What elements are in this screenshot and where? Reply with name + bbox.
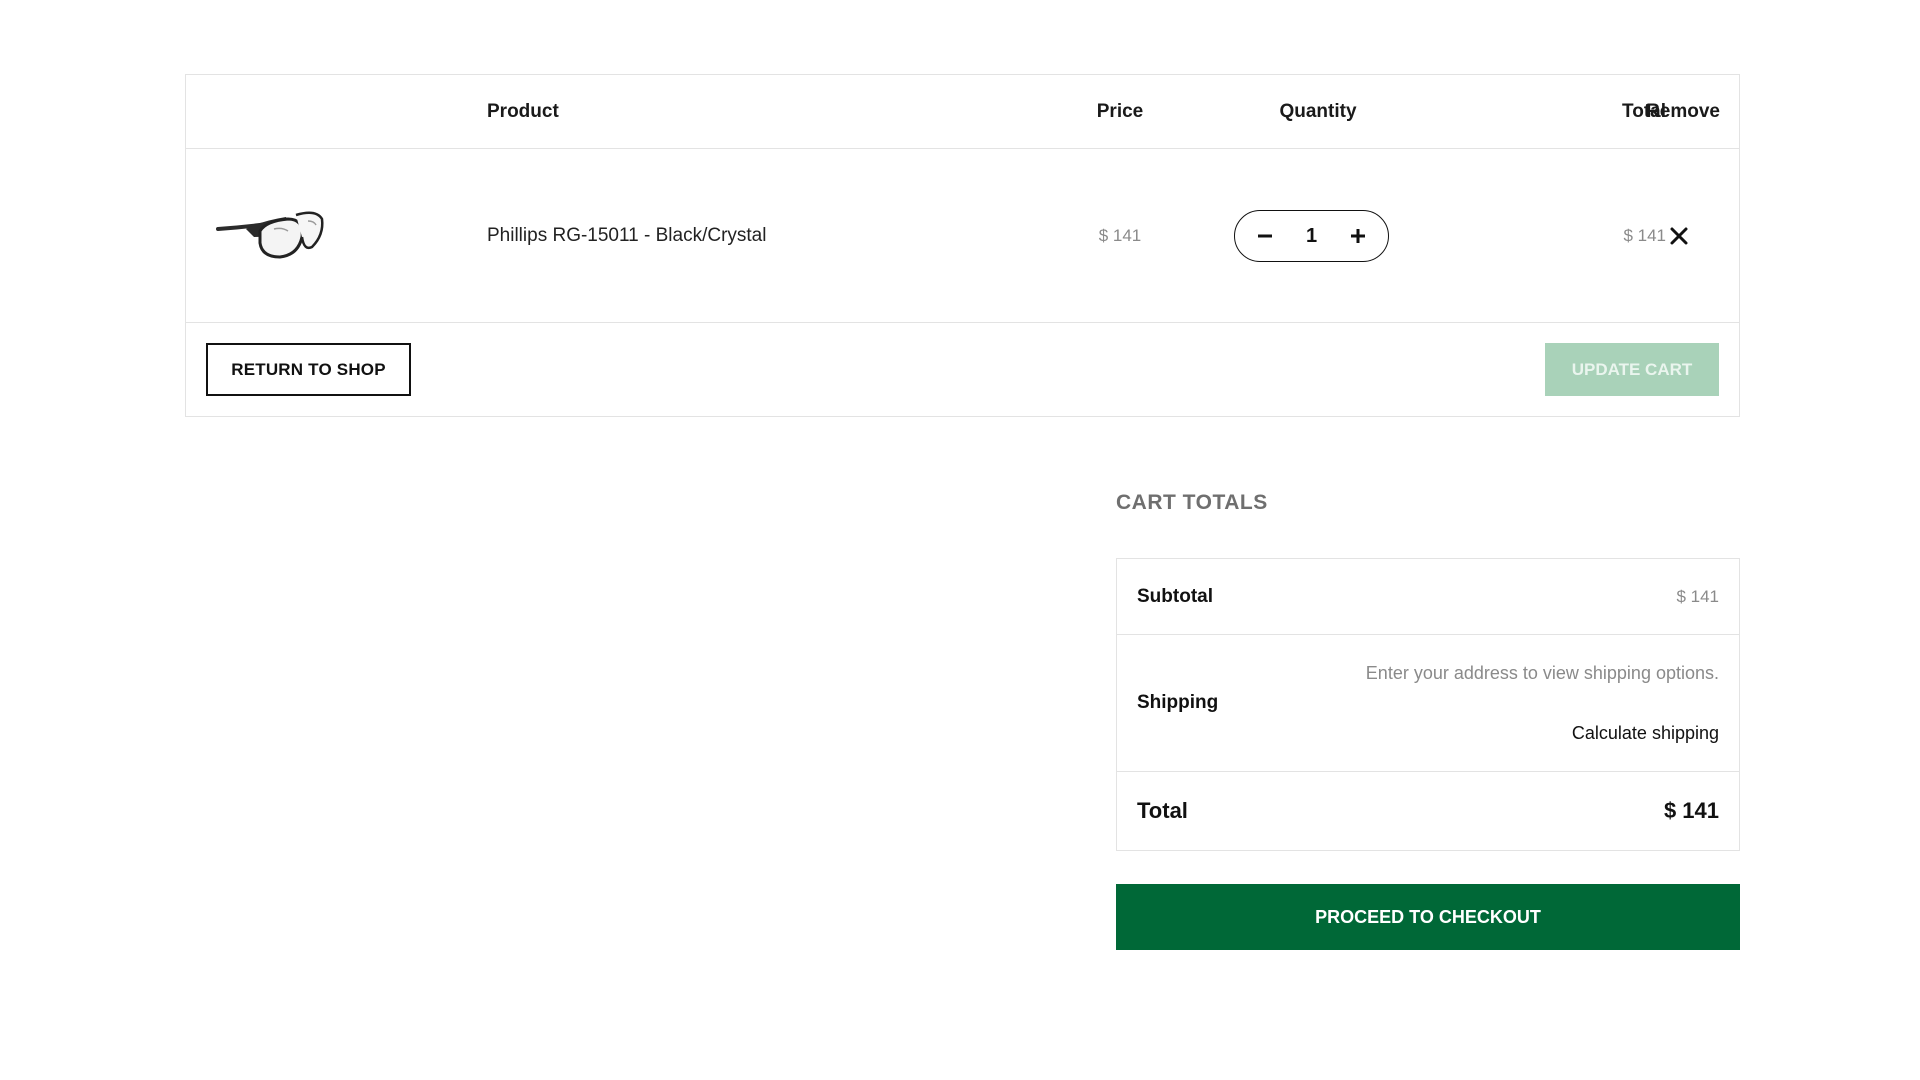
column-header-remove: Remove — [1646, 100, 1720, 122]
item-total: $ 141 — [1623, 225, 1666, 245]
quantity-stepper — [1234, 210, 1389, 262]
cart-table: Product Price Quantity Total Remove Phil… — [185, 74, 1740, 417]
remove-item-button[interactable] — [1666, 223, 1692, 249]
minus-icon — [1258, 234, 1272, 238]
update-cart-button[interactable]: UPDATE CART — [1545, 343, 1719, 396]
total-value: $ 141 — [1663, 798, 1719, 823]
shipping-info-text: Enter your address to view shipping opti… — [1365, 663, 1719, 683]
subtotal-row: Subtotal $ 141 — [1117, 559, 1739, 635]
close-icon — [1670, 227, 1688, 245]
column-header-quantity: Quantity — [1279, 100, 1357, 122]
quantity-decrease-button[interactable] — [1253, 224, 1277, 248]
shipping-row: Shipping Enter your address to view ship… — [1117, 635, 1739, 772]
cart-actions: RETURN TO SHOP UPDATE CART — [186, 323, 1739, 416]
calculate-shipping-link[interactable]: Calculate shipping — [1572, 723, 1719, 744]
column-header-price: Price — [1096, 100, 1144, 122]
subtotal-value: $ 141 — [1676, 586, 1719, 606]
subtotal-label: Subtotal — [1137, 585, 1213, 607]
cart-table-header: Product Price Quantity Total Remove — [186, 75, 1739, 149]
column-header-product: Product — [487, 100, 559, 122]
quantity-input[interactable] — [1291, 224, 1332, 248]
return-to-shop-button[interactable]: RETURN TO SHOP — [206, 343, 411, 396]
cart-totals-table: Subtotal $ 141 Shipping Enter your addre… — [1116, 558, 1740, 851]
item-price: $ 141 — [1098, 225, 1142, 245]
shipping-label: Shipping — [1137, 692, 1219, 713]
total-row: Total $ 141 — [1117, 772, 1739, 850]
total-label: Total — [1137, 798, 1188, 823]
quantity-increase-button[interactable] — [1346, 224, 1370, 248]
cart-item-row: Phillips RG-15011 - Black/Crystal $ 141 … — [186, 149, 1739, 323]
safety-glasses-icon[interactable] — [216, 207, 326, 263]
product-name-link[interactable]: Phillips RG-15011 - Black/Crystal — [487, 225, 766, 247]
proceed-to-checkout-button[interactable]: PROCEED TO CHECKOUT — [1116, 884, 1740, 950]
plus-icon — [1351, 229, 1365, 243]
cart-totals-title: CART TOTALS — [1116, 491, 1268, 514]
